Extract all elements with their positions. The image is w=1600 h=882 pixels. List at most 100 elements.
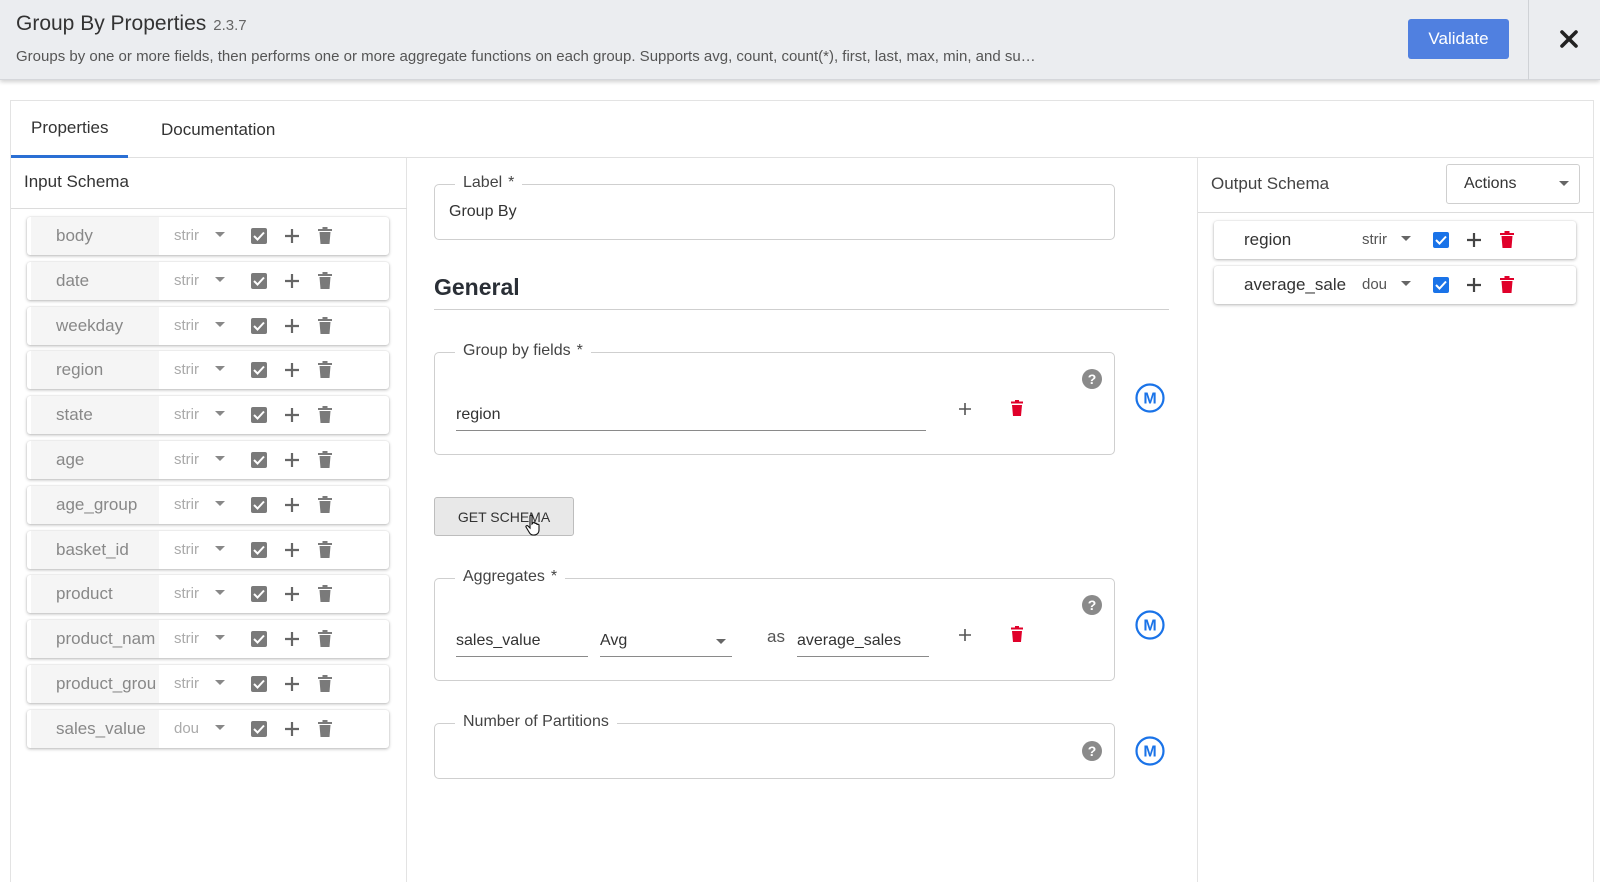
add-field-button[interactable] (1464, 275, 1484, 295)
field-type-select[interactable]: strir (174, 441, 216, 479)
field-name-input[interactable]: product_nam (31, 620, 159, 659)
nullable-checkbox[interactable] (251, 272, 267, 289)
field-type-select[interactable]: strir (174, 575, 216, 613)
aggregate-function-select[interactable]: Avg (600, 632, 732, 657)
add-field-button[interactable] (282, 629, 302, 649)
chevron-down-icon[interactable] (215, 635, 225, 641)
nullable-checkbox[interactable] (251, 452, 267, 468)
field-type-select[interactable]: strir (1362, 221, 1398, 259)
nullable-checkbox[interactable] (251, 676, 267, 692)
help-icon[interactable]: ? (1082, 595, 1102, 615)
field-name-input[interactable]: state (31, 396, 159, 435)
chevron-down-icon[interactable] (215, 366, 225, 372)
delete-field-button[interactable] (318, 675, 332, 697)
chevron-down-icon[interactable] (215, 500, 225, 506)
nullable-checkbox[interactable] (251, 317, 267, 334)
field-name-input[interactable]: date (31, 261, 159, 300)
m-icon[interactable]: M (1135, 610, 1165, 640)
help-icon[interactable]: ? (1082, 741, 1102, 761)
field-type-select[interactable]: strir (174, 396, 216, 434)
delete-field-button[interactable] (318, 451, 332, 473)
add-field-button[interactable] (282, 540, 302, 560)
chevron-down-icon[interactable] (215, 321, 225, 327)
delete-field-button[interactable] (1500, 231, 1514, 253)
partitions-input[interactable] (449, 742, 1049, 764)
nullable-checkbox[interactable] (251, 631, 267, 648)
nullable-checkbox[interactable] (251, 586, 267, 603)
tab-documentation[interactable]: Documentation (141, 101, 295, 158)
tab-properties[interactable]: Properties (11, 101, 129, 158)
nullable-checkbox[interactable] (251, 407, 267, 424)
delete-field-button[interactable] (318, 540, 332, 563)
add-icon[interactable] (957, 627, 973, 643)
nullable-checkbox[interactable] (1433, 277, 1449, 293)
delete-icon[interactable] (1011, 626, 1023, 642)
field-name-input[interactable]: sales_value (31, 709, 159, 748)
field-type-select[interactable]: strir (174, 665, 216, 703)
aggregate-field-input[interactable]: sales_value (456, 632, 588, 657)
add-field-button[interactable] (282, 405, 302, 425)
add-field-button[interactable] (282, 271, 302, 291)
chevron-down-icon[interactable] (215, 276, 225, 282)
chevron-down-icon[interactable] (1401, 281, 1411, 286)
delete-field-button[interactable] (318, 406, 332, 428)
label-input[interactable]: Group By (449, 203, 517, 221)
field-type-select[interactable]: dou (174, 710, 216, 748)
field-name-input[interactable]: body (31, 217, 159, 255)
field-type-select[interactable]: strir (174, 486, 216, 524)
chevron-down-icon[interactable] (215, 724, 225, 730)
add-field-button[interactable] (282, 450, 302, 470)
field-name-input[interactable]: product (31, 575, 159, 614)
delete-icon[interactable] (1011, 400, 1023, 416)
actions-dropdown[interactable]: Actions (1446, 164, 1580, 204)
aggregate-alias-input[interactable]: average_sales (797, 632, 929, 657)
group-by-field-input[interactable]: region (456, 406, 926, 431)
delete-field-button[interactable] (318, 585, 332, 607)
field-name-input[interactable]: region (1218, 221, 1348, 259)
field-type-select[interactable]: strir (174, 531, 216, 569)
field-name-input[interactable]: age_group (31, 485, 159, 524)
chevron-down-icon[interactable] (215, 680, 225, 685)
m-icon[interactable]: M (1135, 383, 1165, 413)
delete-field-button[interactable] (318, 271, 332, 294)
delete-field-button[interactable] (318, 227, 332, 249)
delete-field-button[interactable] (1500, 276, 1514, 298)
nullable-checkbox[interactable] (251, 362, 267, 379)
field-name-input[interactable]: region (31, 351, 159, 390)
field-type-select[interactable]: strir (174, 262, 216, 300)
close-button[interactable] (1556, 24, 1582, 54)
add-field-button[interactable] (1464, 230, 1484, 250)
nullable-checkbox[interactable] (251, 541, 267, 558)
get-schema-button[interactable]: GET SCHEMA (434, 497, 574, 536)
chevron-down-icon[interactable] (215, 456, 225, 461)
m-icon[interactable]: M (1135, 736, 1165, 766)
field-type-select[interactable]: strir (174, 217, 216, 255)
delete-field-button[interactable] (318, 719, 332, 742)
field-type-select[interactable]: strir (174, 307, 216, 345)
nullable-checkbox[interactable] (1433, 232, 1449, 248)
chevron-down-icon[interactable] (215, 590, 225, 596)
add-field-button[interactable] (282, 226, 302, 246)
add-icon[interactable] (957, 401, 973, 417)
add-field-button[interactable] (282, 584, 302, 604)
field-name-input[interactable]: product_grou (31, 665, 159, 703)
add-field-button[interactable] (282, 719, 302, 739)
field-name-input[interactable]: basket_id (31, 530, 159, 569)
field-type-select[interactable]: strir (174, 620, 216, 658)
delete-field-button[interactable] (318, 630, 332, 652)
add-field-button[interactable] (282, 316, 302, 336)
field-name-input[interactable]: average_sale (1218, 266, 1348, 304)
delete-field-button[interactable] (318, 495, 332, 518)
delete-field-button[interactable] (318, 316, 332, 339)
field-name-input[interactable]: age (31, 441, 159, 479)
help-icon[interactable]: ? (1082, 369, 1102, 389)
chevron-down-icon[interactable] (215, 411, 225, 417)
nullable-checkbox[interactable] (251, 228, 267, 244)
validate-button[interactable]: Validate (1408, 19, 1509, 59)
add-field-button[interactable] (282, 674, 302, 694)
field-type-select[interactable]: strir (174, 351, 216, 389)
field-name-input[interactable]: weekday (31, 306, 159, 345)
add-field-button[interactable] (282, 495, 302, 515)
nullable-checkbox[interactable] (251, 496, 267, 513)
delete-field-button[interactable] (318, 361, 332, 383)
